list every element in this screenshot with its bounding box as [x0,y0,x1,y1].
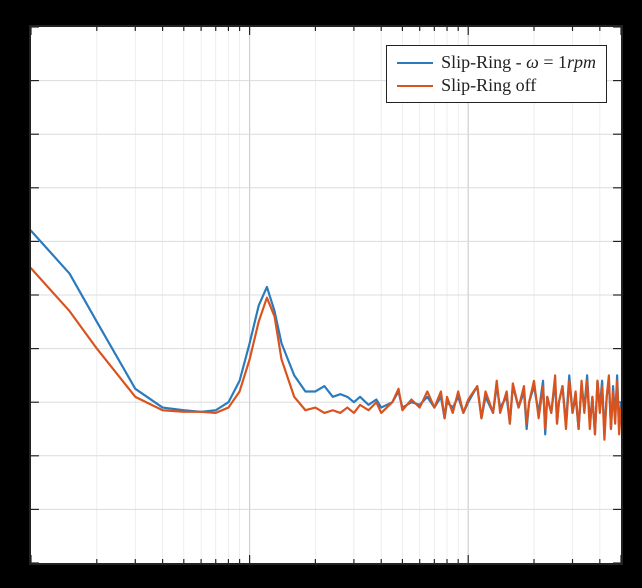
plot-area: Slip-Ring - ω = 1rpmSlip-Ring off [29,25,623,565]
legend-item-1: Slip-Ring off [397,75,596,96]
legend-item-0: Slip-Ring - ω = 1rpm [397,52,596,73]
chart-svg [31,27,621,563]
legend-swatch [397,62,433,64]
chart-container: Slip-Ring - ω = 1rpmSlip-Ring off [11,11,631,577]
legend-label: Slip-Ring off [441,75,536,96]
legend-swatch [397,85,433,87]
legend-label: Slip-Ring - ω = 1rpm [441,52,596,73]
legend: Slip-Ring - ω = 1rpmSlip-Ring off [386,45,607,103]
